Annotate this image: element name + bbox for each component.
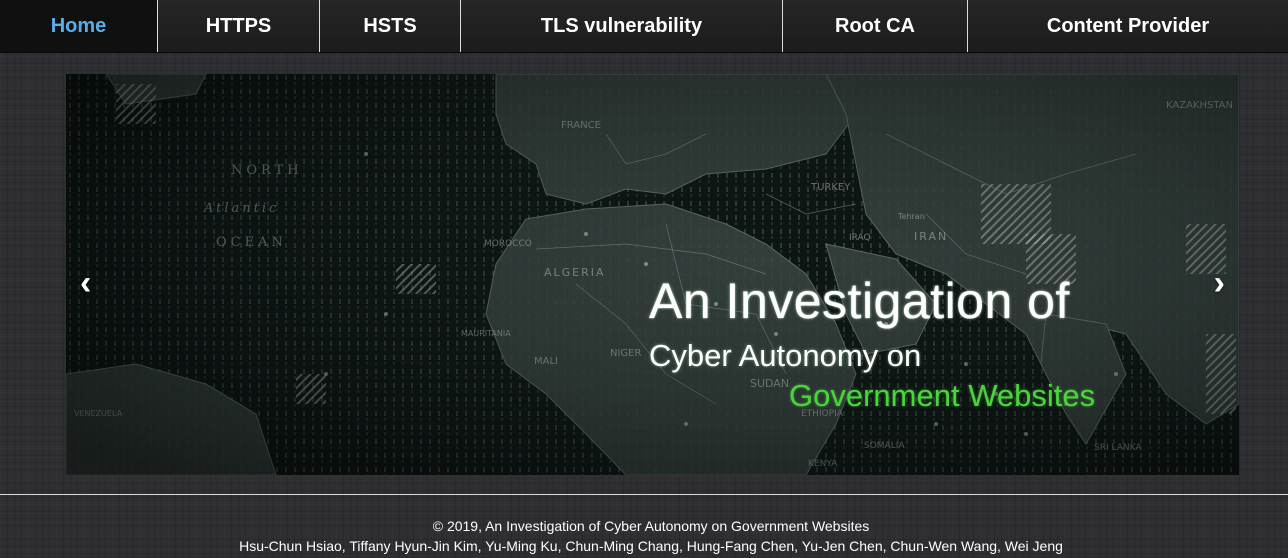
footer-copyright: © 2019, An Investigation of Cyber Autono… bbox=[432, 518, 870, 534]
hero-carousel: NORTH Atlantic OCEAN FRANCE TURKEY IRAN … bbox=[66, 74, 1239, 475]
nav-home[interactable]: Home bbox=[0, 0, 158, 52]
nav-root-ca[interactable]: Root CA bbox=[783, 0, 968, 52]
nav-tls-vulnerability[interactable]: TLS vulnerability bbox=[461, 0, 783, 52]
carousel-prev-button[interactable]: ‹ bbox=[80, 266, 91, 300]
footer-divider bbox=[0, 494, 1288, 495]
nav-content-provider[interactable]: Content Provider bbox=[968, 0, 1288, 52]
caption-subtitle: Cyber Autonomy on bbox=[649, 338, 922, 373]
caption-title: An Investigation of bbox=[649, 273, 1070, 329]
footer-authors: Hsu-Chun Hsiao, Tiffany Hyun-Jin Kim, Yu… bbox=[239, 538, 1063, 554]
top-navbar: Home HTTPS HSTS TLS vulnerability Root C… bbox=[0, 0, 1288, 53]
nav-https[interactable]: HTTPS bbox=[158, 0, 320, 52]
page-footer: © 2019, An Investigation of Cyber Autono… bbox=[0, 516, 1288, 556]
carousel-caption: An Investigation of Cyber Autonomy on Go… bbox=[649, 270, 1229, 416]
caption-highlight: Government Websites bbox=[789, 378, 1096, 413]
nav-hsts[interactable]: HSTS bbox=[320, 0, 461, 52]
